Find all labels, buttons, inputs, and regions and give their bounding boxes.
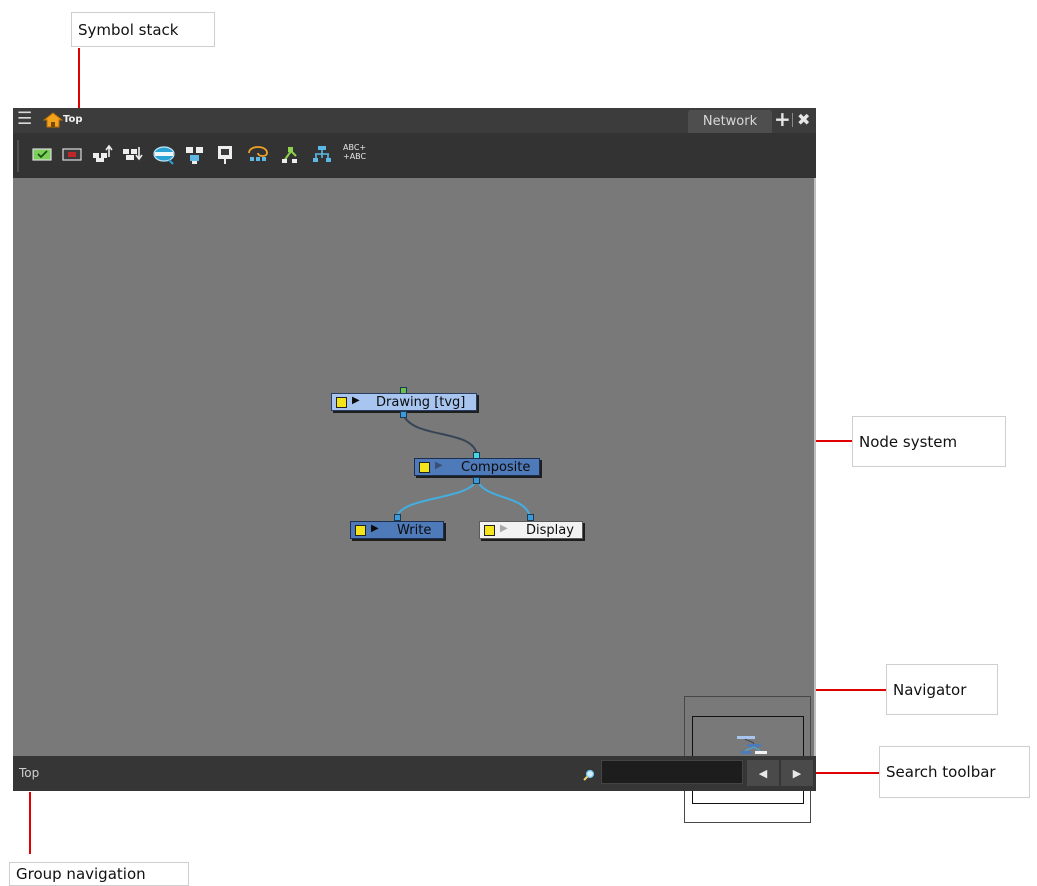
callout-node-system: Node system [852,416,1006,467]
search-previous-button[interactable]: ◀ [747,760,779,786]
add-view-icon[interactable]: + [774,109,791,129]
search-next-button[interactable]: ▶ [781,760,813,786]
search-input[interactable] [601,760,743,784]
drawing-node-arrow-icon[interactable]: ▶ [352,395,360,406]
disable-icon[interactable] [60,143,84,165]
drawing-node-label: Drawing [tvg] [376,395,466,410]
toolbar-grip[interactable] [17,140,19,172]
layer-icon[interactable] [278,143,302,165]
connection-composite-display [476,479,531,517]
write-node-toggle[interactable] [355,525,366,536]
move-down-icon[interactable] [120,143,144,165]
display-node-arrow-icon[interactable]: ▶ [500,523,508,534]
callout-line-symbol-stack [78,48,80,109]
connection-drawing-composite [402,413,478,456]
write-input-port[interactable] [394,514,401,521]
drawing-output-port[interactable] [400,411,407,418]
write-node-arrow-icon[interactable]: ▶ [371,523,379,534]
enable-icon[interactable] [30,143,54,165]
write-node[interactable]: ▶ Write [350,521,444,539]
display-node[interactable]: ▶ Display [479,521,583,539]
display-input-port[interactable] [527,514,534,521]
bottom-bar: Top ◀ ▶ [13,756,816,791]
network-view-window: ☰ Top Network + ✖ ABC+ +ABC ▶ Drawing [t… [13,108,816,823]
display-icon[interactable] [213,143,237,165]
hamburger-menu-icon[interactable]: ☰ [17,111,32,128]
search-icon [583,766,595,785]
composite-node-label: Composite [461,460,531,475]
rename-label-1: ABC+ [343,143,367,152]
connection-composite-write [396,479,478,517]
rename-label-2: +ABC [343,152,367,161]
composite-node[interactable]: ▶ Composite [414,458,540,476]
symbol-stack-breadcrumb[interactable]: Top [63,114,83,125]
tab-separator [792,113,793,127]
display-node-label: Display [526,523,574,538]
callout-group-navigation: Group navigation [9,862,189,886]
close-view-icon[interactable]: ✖ [797,110,810,129]
node-system-canvas[interactable]: ▶ Drawing [tvg] ▶ Composite ▶ Write ▶ Di… [13,178,814,823]
peg-icon[interactable] [245,143,269,165]
composite-output-port[interactable] [473,477,480,484]
callout-symbol-stack: Symbol stack [71,12,215,47]
home-icon[interactable] [42,112,64,132]
callout-line-group-navigation [29,792,31,854]
group-navigation-path[interactable]: Top [19,766,39,780]
composite-node-arrow-icon[interactable]: ▶ [435,460,443,471]
canvas-edge [814,178,816,756]
network-toolbar: ABC+ +ABC [13,133,816,178]
tab-network[interactable]: Network [688,110,772,133]
callout-search-toolbar: Search toolbar [879,746,1030,798]
title-bar: ☰ Top Network + ✖ [13,108,816,133]
drawing-node[interactable]: ▶ Drawing [tvg] [331,393,477,411]
drawing-node-toggle[interactable] [336,397,347,408]
composite-node-toggle[interactable] [419,462,430,473]
callout-line-search-toolbar [816,772,879,774]
composite-icon[interactable] [310,143,334,165]
view-icon[interactable] [151,143,175,165]
move-up-icon[interactable] [90,143,114,165]
display-node-toggle[interactable] [484,525,495,536]
write-node-label: Write [397,523,432,538]
callout-navigator: Navigator [886,664,998,715]
rename-icon[interactable]: ABC+ +ABC [343,143,377,165]
group-icon[interactable] [183,143,207,165]
